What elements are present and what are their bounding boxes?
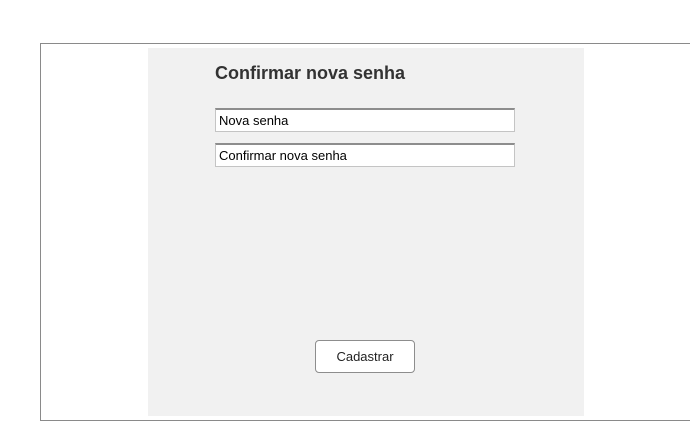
form-panel: Confirmar nova senha Nova senha Confirma…: [148, 48, 584, 416]
confirm-password-input[interactable]: Confirmar nova senha: [215, 143, 515, 167]
page-title: Confirmar nova senha: [215, 63, 406, 83]
new-password-input[interactable]: Nova senha: [215, 108, 515, 132]
register-button[interactable]: Cadastrar: [315, 340, 415, 373]
